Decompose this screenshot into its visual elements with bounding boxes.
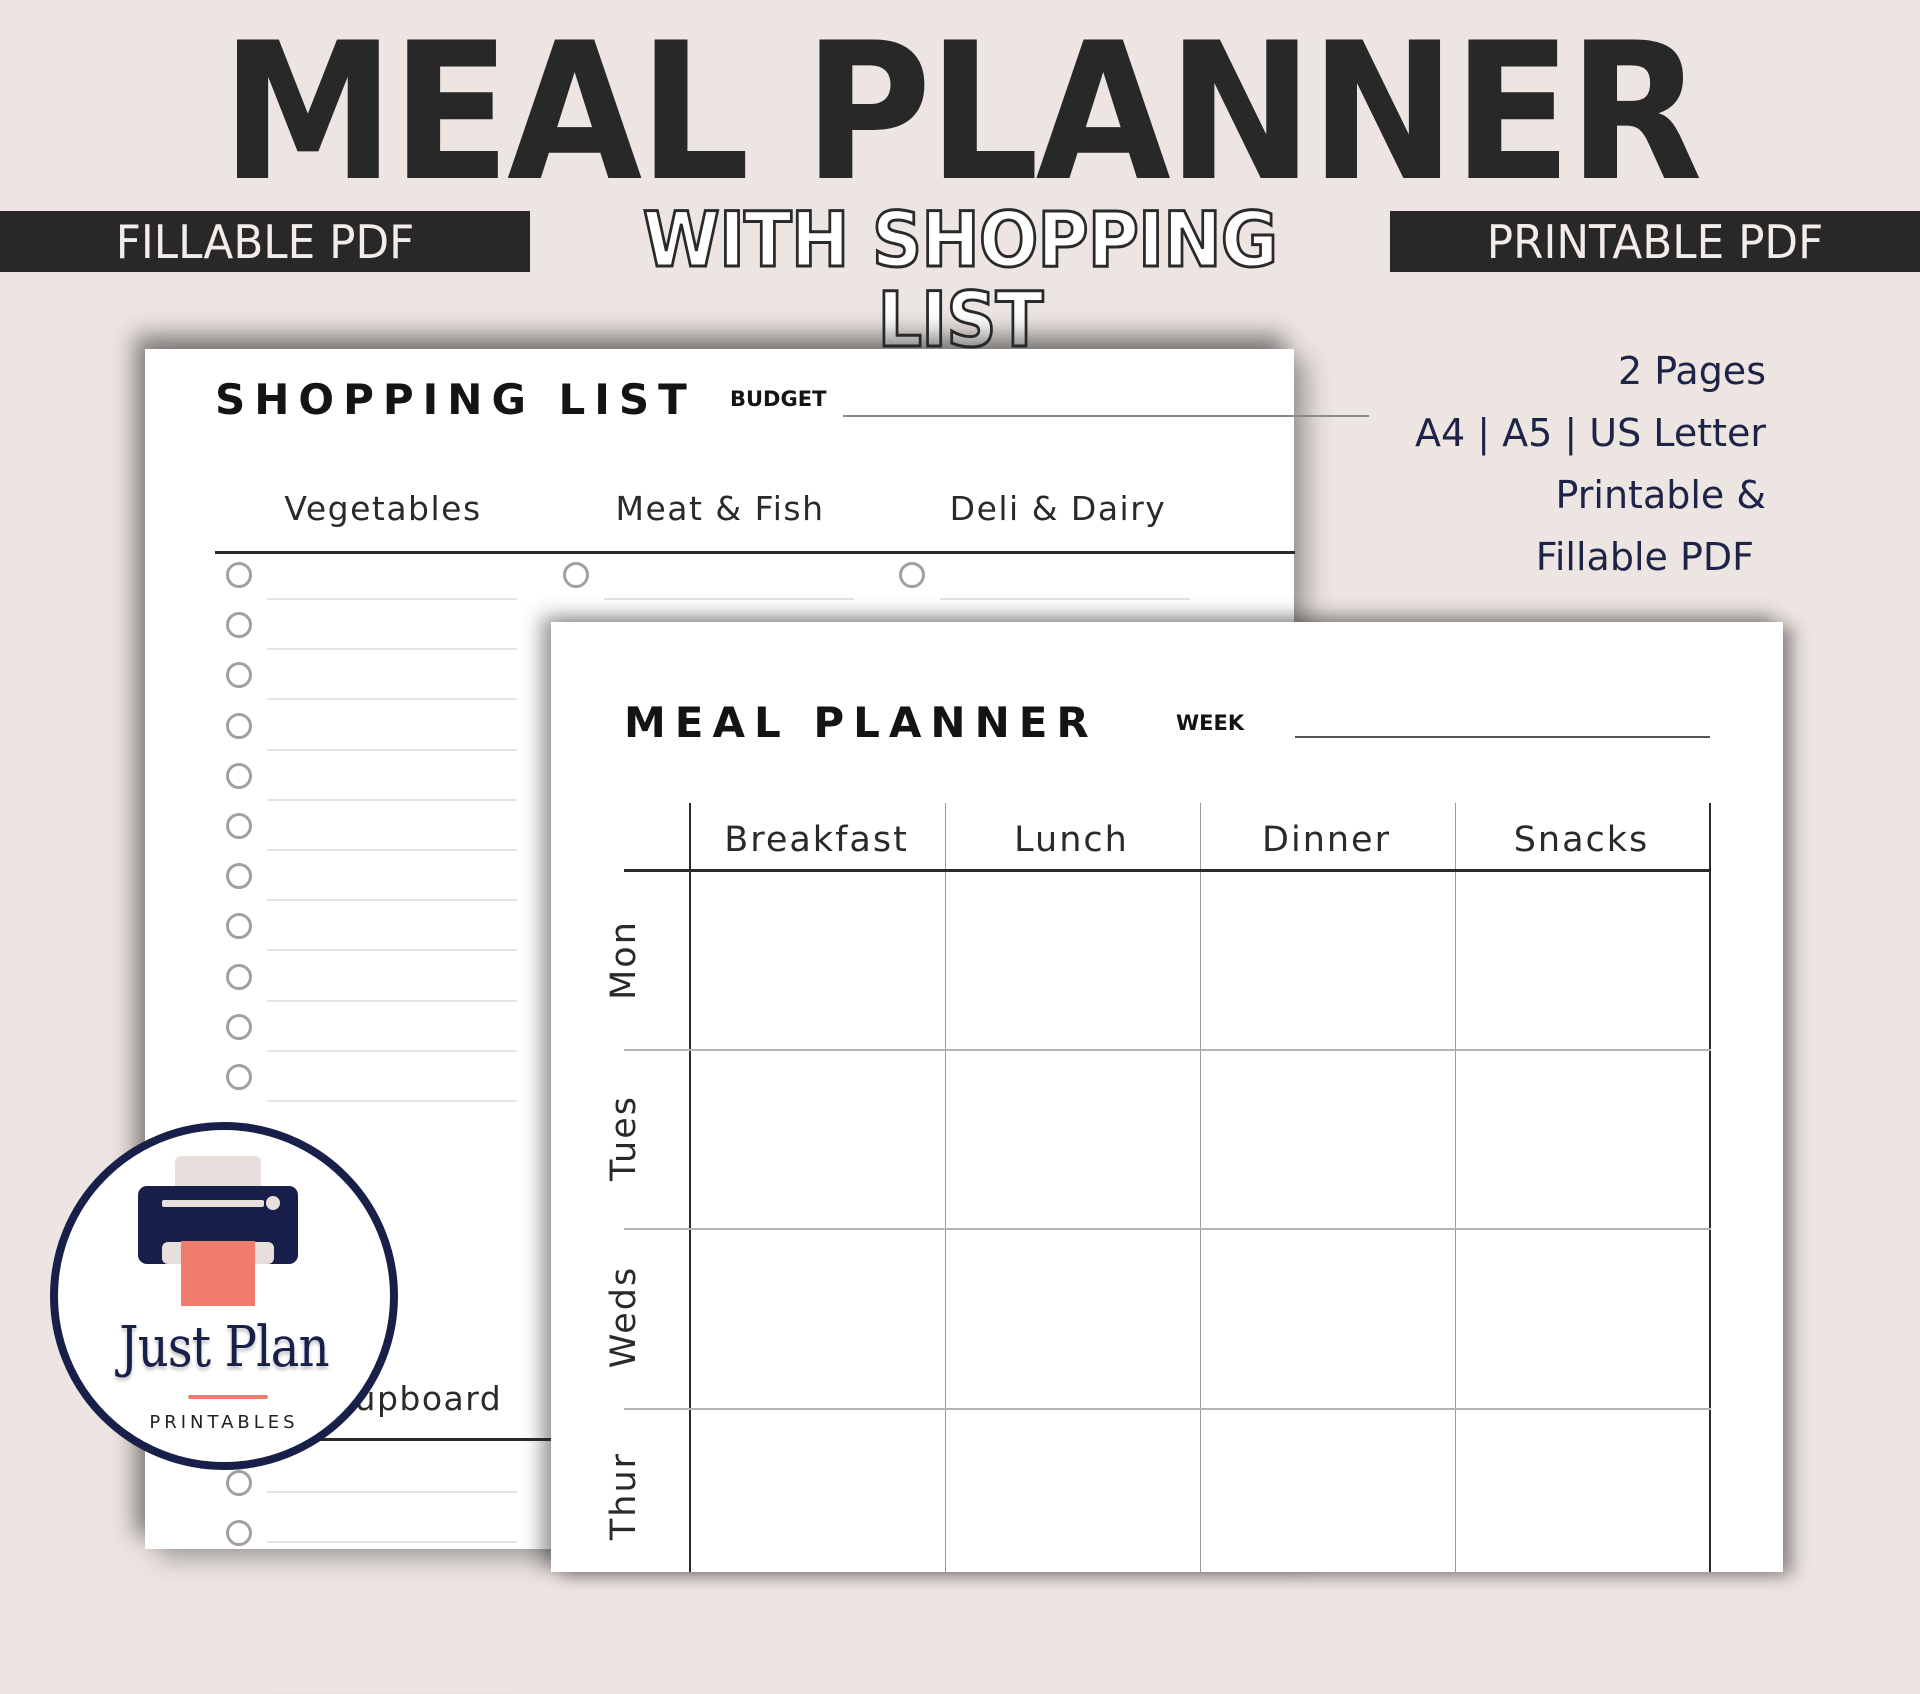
item-entry-line[interactable] xyxy=(267,698,517,701)
item-entry-line[interactable] xyxy=(267,849,517,851)
grid-line-day-column xyxy=(689,803,691,1572)
item-checkbox[interactable] xyxy=(899,562,925,588)
item-entry-line[interactable] xyxy=(267,949,517,952)
fillable-pdf-bar: FILLABLE PDF xyxy=(0,211,530,272)
meal-header-lunch: Lunch xyxy=(1014,820,1129,860)
item-checkbox[interactable] xyxy=(226,913,252,940)
product-info: 2 Pages A4 | A5 | US Letter Printable & … xyxy=(1415,340,1766,588)
logo-sub-text: PRINTABLES xyxy=(149,1412,299,1433)
item-checkbox[interactable] xyxy=(226,1520,252,1546)
grid-line-row xyxy=(624,1228,1711,1230)
printable-pdf-bar: PRINTABLE PDF xyxy=(1390,211,1920,272)
item-checkbox[interactable] xyxy=(226,662,252,689)
item-checkbox[interactable] xyxy=(226,712,252,739)
item-entry-line[interactable] xyxy=(604,598,854,600)
day-label-tues: Tues xyxy=(604,1095,644,1182)
grid-line-right xyxy=(1709,803,1711,1572)
item-entry-line[interactable] xyxy=(940,598,1190,600)
item-entry-line[interactable] xyxy=(267,598,517,600)
item-entry-line[interactable] xyxy=(267,899,517,902)
item-entry-line[interactable] xyxy=(267,1541,517,1544)
item-entry-line[interactable] xyxy=(267,748,517,751)
item-checkbox[interactable] xyxy=(226,813,252,839)
budget-field[interactable] xyxy=(843,415,1369,417)
grid-line-header xyxy=(624,869,1711,872)
item-checkbox[interactable] xyxy=(226,762,252,789)
grid-line-row xyxy=(624,1049,1711,1051)
fillable-pdf-label: FILLABLE PDF xyxy=(115,214,415,269)
week-label: WEEK xyxy=(1176,711,1245,735)
item-checkbox[interactable] xyxy=(226,963,252,990)
item-entry-line[interactable] xyxy=(267,1591,517,1594)
day-label-weds: Weds xyxy=(604,1265,644,1369)
logo-brand-text: Just Plan xyxy=(119,1315,329,1380)
column-header-deli-dairy: Deli & Dairy xyxy=(949,489,1167,528)
header-divider xyxy=(215,551,1295,554)
main-title: MEAL PLANNER xyxy=(220,2,1703,223)
item-entry-line[interactable] xyxy=(267,1100,517,1102)
meal-planner-title: MEAL PLANNER xyxy=(624,698,1098,747)
info-line-fillable: Fillable PDF xyxy=(1535,535,1754,579)
info-line-sizes: A4 | A5 | US Letter xyxy=(1415,411,1766,455)
grid-line-column xyxy=(1455,803,1456,1572)
item-entry-line[interactable] xyxy=(267,648,517,651)
logo-underline xyxy=(188,1395,268,1399)
printer-icon xyxy=(138,1156,298,1306)
meal-header-snacks: Snacks xyxy=(1513,820,1650,860)
item-checkbox[interactable] xyxy=(563,562,589,588)
meal-planner-page: MEAL PLANNER WEEK Breakfast Lunch Dinner… xyxy=(551,622,1783,1572)
item-entry-line[interactable] xyxy=(267,1641,517,1644)
meal-header-breakfast: Breakfast xyxy=(724,820,909,860)
column-header-vegetables: Vegetables xyxy=(284,489,482,528)
item-checkbox[interactable] xyxy=(226,1470,252,1496)
item-entry-line[interactable] xyxy=(267,999,517,1002)
item-entry-line[interactable] xyxy=(267,1691,517,1694)
column-header-meat-fish: Meat & Fish xyxy=(615,489,825,528)
grid-line-column xyxy=(945,803,946,1572)
budget-label: BUDGET xyxy=(730,387,827,411)
item-entry-line[interactable] xyxy=(267,1049,517,1052)
grid-line-row xyxy=(624,1408,1711,1410)
info-line-pages: 2 Pages xyxy=(1617,349,1766,393)
shopping-list-title: SHOPPING LIST xyxy=(215,375,696,424)
meal-header-dinner: Dinner xyxy=(1262,820,1391,860)
subtitle: WITH SHOPPING LIST xyxy=(641,195,1279,364)
item-checkbox[interactable] xyxy=(226,562,252,588)
info-line-printable: Printable & xyxy=(1555,473,1766,517)
item-checkbox[interactable] xyxy=(226,1064,252,1090)
item-entry-line[interactable] xyxy=(267,798,517,801)
item-checkbox[interactable] xyxy=(226,612,252,639)
item-entry-line[interactable] xyxy=(267,1491,517,1493)
day-label-thur: Thur xyxy=(604,1451,644,1541)
week-field[interactable] xyxy=(1295,736,1710,738)
brand-logo: Just Plan PRINTABLES xyxy=(50,1122,398,1470)
printable-pdf-label: PRINTABLE PDF xyxy=(1486,214,1824,269)
grid-line-column xyxy=(1200,803,1201,1572)
day-label-mon: Mon xyxy=(604,920,644,1000)
item-checkbox[interactable] xyxy=(226,1013,252,1040)
item-checkbox[interactable] xyxy=(226,863,252,890)
